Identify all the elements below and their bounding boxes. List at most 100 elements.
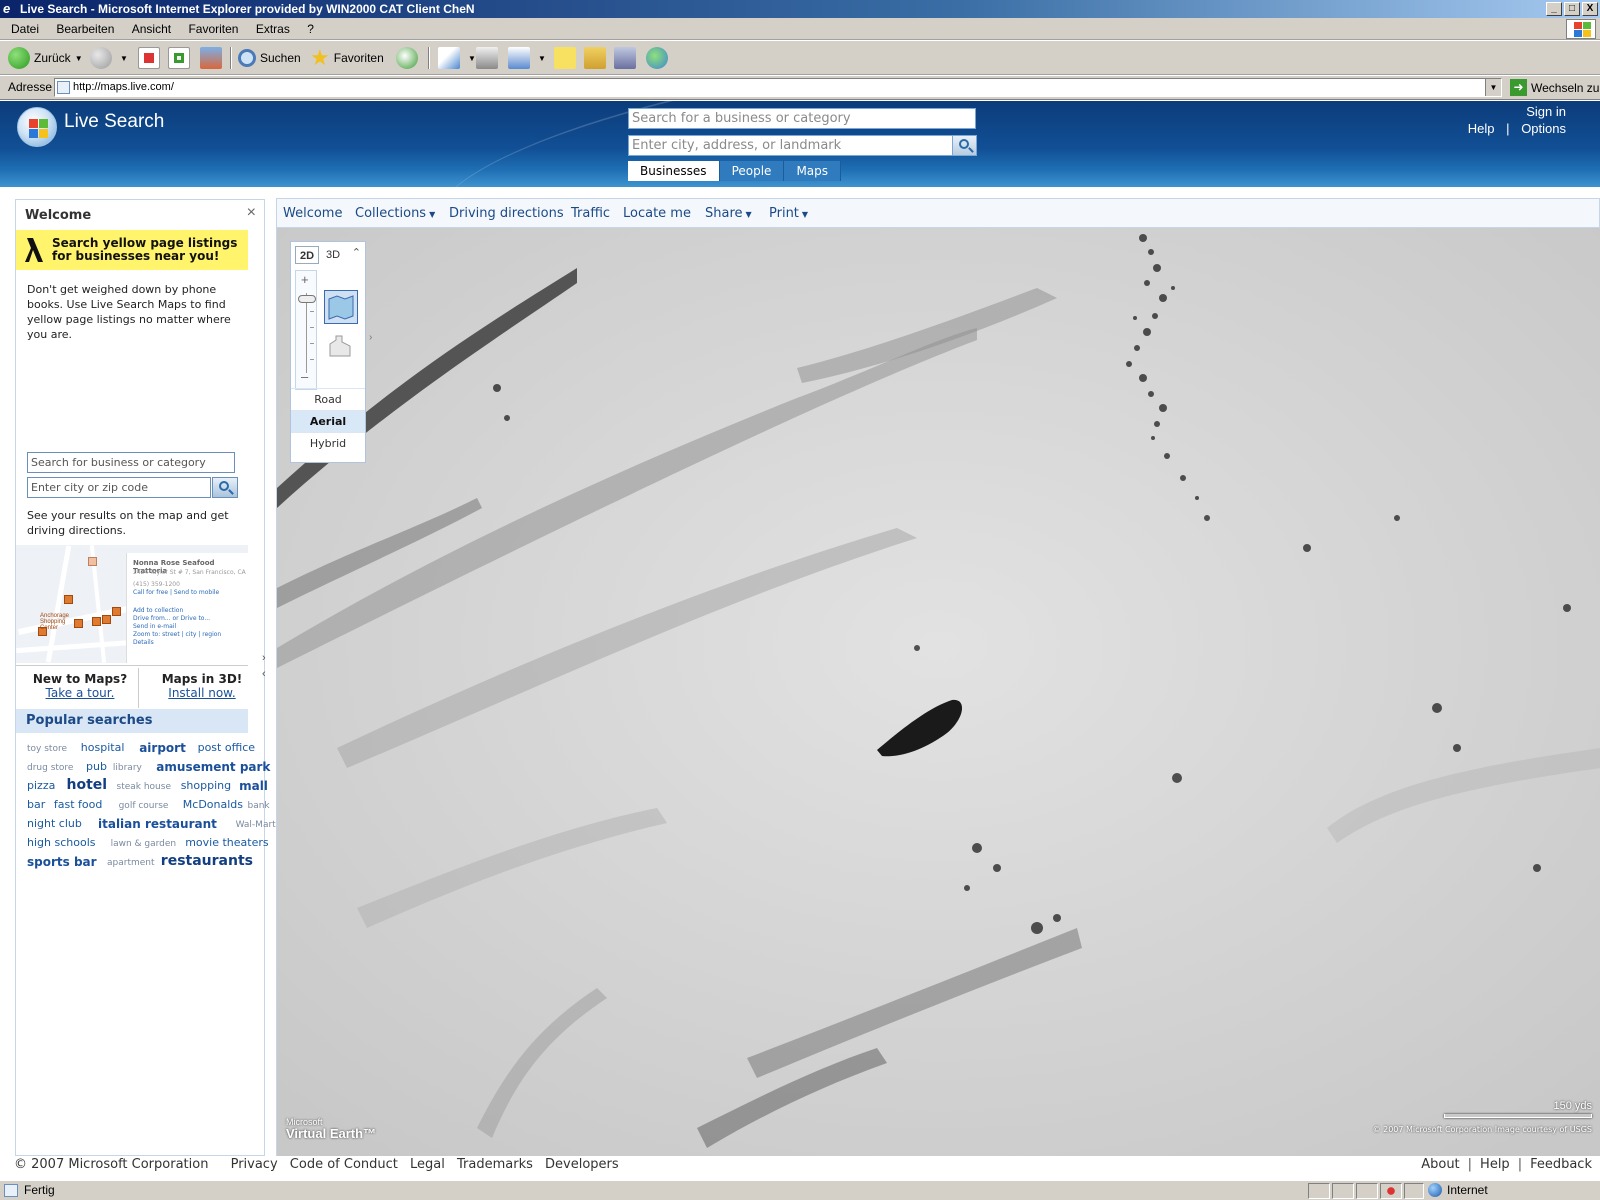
popular-search-tag[interactable]: amusement park [156,760,270,774]
footer-help-link[interactable]: Help [1480,1157,1510,1172]
home-button[interactable] [200,46,226,70]
maximize-button[interactable]: □ [1564,2,1580,16]
menu-help[interactable]: ? [300,18,321,40]
footer-privacy-link[interactable]: Privacy [231,1157,278,1172]
footer-developers-link[interactable]: Developers [545,1157,619,1172]
chevron-down-icon[interactable]: ▼ [468,54,476,63]
search-button[interactable]: Suchen [238,46,301,70]
collapse-right-icon[interactable]: › [262,652,266,664]
close-icon[interactable]: × [247,204,256,222]
messenger-button[interactable] [646,46,672,70]
popular-search-tag[interactable]: steak house [117,782,171,792]
popular-search-tag[interactable]: Wal-Mart [236,820,276,830]
nav-traffic[interactable]: Traffic [571,206,610,221]
menu-datei[interactable]: Datei [4,18,46,40]
footer-legal-link[interactable]: Legal [410,1157,445,1172]
popular-search-tag[interactable]: library [113,763,142,773]
city-zip-input[interactable]: Enter city or zip code [27,477,211,498]
popular-search-tag[interactable]: shopping [181,779,231,792]
nav-print[interactable]: Print ▼ [769,206,808,221]
nav-collections[interactable]: Collections ▼ [355,206,435,221]
tab-businesses[interactable]: Businesses [628,161,720,181]
nav-locate-me[interactable]: Locate me [623,206,691,221]
zoom-out-icon[interactable]: – [301,369,308,384]
map-mode-icon[interactable] [324,290,358,324]
popular-search-tag[interactable]: restaurants [161,853,253,869]
promo-map-thumbnail[interactable]: Anchorage Shopping Center Nonna Rose Sea… [16,545,248,663]
expand-right-icon[interactable]: › [369,332,372,343]
nav-driving-directions[interactable]: Driving directions [449,206,564,221]
menu-favoriten[interactable]: Favoriten [181,18,245,40]
help-link[interactable]: Help [1468,121,1495,136]
style-aerial[interactable]: Aerial [291,410,365,432]
popular-search-tag[interactable]: pizza [27,779,55,792]
menu-ansicht[interactable]: Ansicht [125,18,178,40]
footer-trademarks-link[interactable]: Trademarks [457,1157,533,1172]
popular-search-tag[interactable]: italian restaurant [98,817,217,831]
collapse-left-icon[interactable]: ‹ [262,668,266,680]
windows-logo-icon[interactable] [17,107,57,147]
popular-search-tag[interactable]: golf course [119,801,169,811]
popup-blocked-icon[interactable] [1380,1183,1402,1199]
notes-button[interactable] [554,46,580,70]
tab-people[interactable]: People [719,161,785,181]
popular-search-tag[interactable]: bank [248,801,270,811]
chevron-down-icon[interactable]: ▼ [75,54,83,63]
popular-search-tag[interactable]: hospital [81,741,125,754]
install-now-link[interactable]: Install now. [168,686,235,700]
popular-search-tag[interactable]: fast food [54,798,102,811]
popular-search-tag[interactable]: apartment [107,858,155,868]
nav-welcome[interactable]: Welcome [283,206,342,221]
go-button[interactable]: ➜ Wechseln zu [1510,79,1599,96]
popular-search-tag[interactable]: airport [139,741,186,755]
history-button[interactable] [396,46,422,70]
birds-eye-icon[interactable] [324,330,358,364]
popular-search-tag[interactable]: drug store [27,763,73,773]
zoom-thumb[interactable] [298,295,316,303]
zoom-slider[interactable]: + – [295,270,317,390]
minimize-button[interactable]: _ [1546,2,1562,16]
chevron-down-icon[interactable]: ▼ [120,54,128,63]
aerial-map[interactable] [276,228,1600,1156]
footer-about-link[interactable]: About [1421,1157,1459,1172]
style-road[interactable]: Road [291,388,365,410]
popular-search-tag[interactable]: movie theaters [185,836,268,849]
popular-search-tag[interactable]: pub [86,760,107,773]
location-search-input[interactable]: Enter city, address, or landmark [628,135,954,156]
view-3d-tab[interactable]: 3D [321,246,345,264]
brand-name[interactable]: Live Search [64,111,164,133]
research-button[interactable] [584,46,610,70]
popular-search-tag[interactable]: toy store [27,744,67,754]
style-hybrid[interactable]: Hybrid [291,432,365,454]
print-button[interactable] [476,46,502,70]
popular-search-tag[interactable]: hotel [67,777,108,793]
favorites-button[interactable]: ★ Favoriten [310,46,384,70]
chevron-up-icon[interactable]: ⌃ [352,246,361,259]
tools-button[interactable] [614,46,640,70]
popular-search-tag[interactable]: sports bar [27,855,97,869]
header-search-button[interactable] [952,135,977,156]
back-button[interactable]: Zurück ▼ [8,46,83,70]
view-2d-tab[interactable]: 2D [295,246,319,264]
menu-bearbeiten[interactable]: Bearbeiten [49,18,121,40]
tab-maps[interactable]: Maps [784,161,842,181]
zoom-in-icon[interactable]: + [301,272,309,287]
options-link[interactable]: Options [1521,121,1566,136]
popular-search-tag[interactable]: bar [27,798,45,811]
popular-search-tag[interactable]: high schools [27,836,95,849]
forward-button[interactable]: ▼ [90,46,128,70]
popular-search-tag[interactable]: McDonalds [183,798,243,811]
welcome-search-button[interactable] [212,477,238,498]
address-input[interactable]: http://maps.live.com/ ▼ [54,78,1502,97]
take-tour-link[interactable]: Take a tour. [46,686,115,700]
popular-search-tag[interactable]: post office [198,741,255,754]
nav-share[interactable]: Share ▼ [705,206,752,221]
popular-search-tag[interactable]: night club [27,817,82,830]
mail-button[interactable]: ▼ [438,46,476,70]
edit-button[interactable]: ▼ [508,46,546,70]
footer-conduct-link[interactable]: Code of Conduct [290,1157,398,1172]
close-button[interactable]: X [1582,2,1598,16]
stop-button[interactable] [138,46,164,70]
menu-extras[interactable]: Extras [249,18,297,40]
refresh-button[interactable] [168,46,194,70]
